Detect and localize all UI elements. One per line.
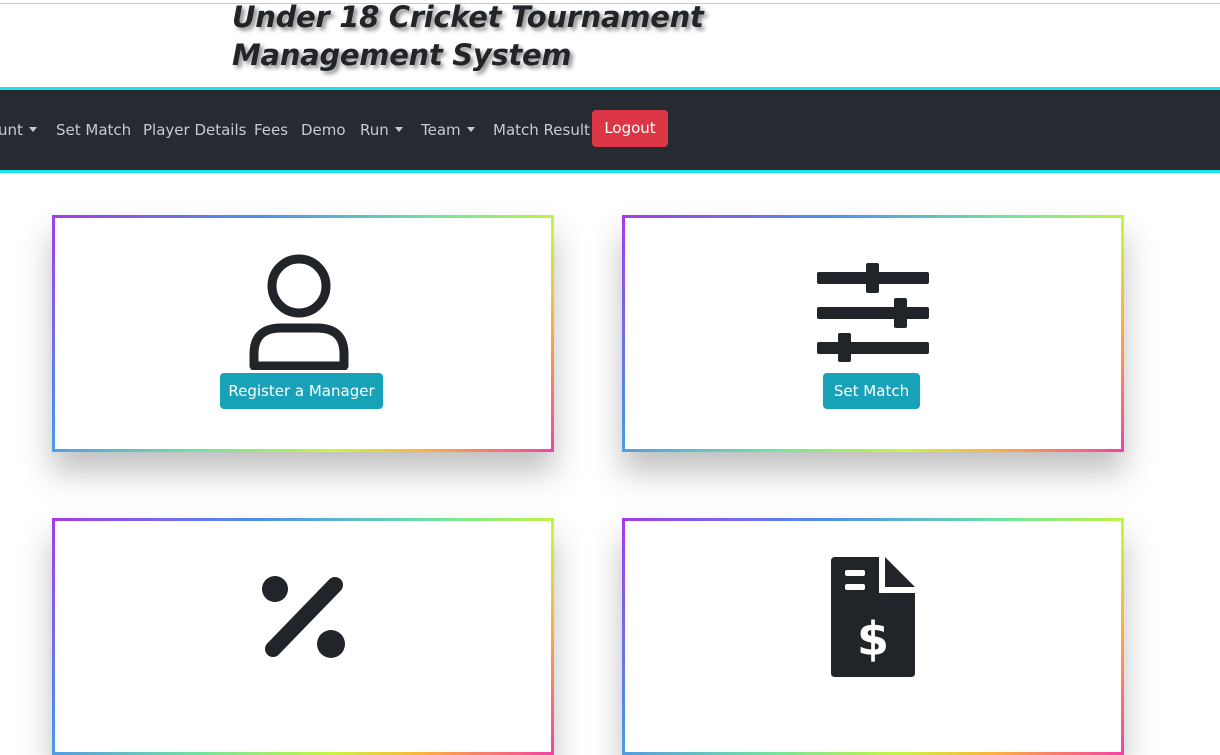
- user-icon: [249, 254, 349, 370]
- nav-item-team-label: Team: [421, 121, 461, 139]
- card-set-match: Set Match: [622, 215, 1124, 452]
- nav-item-match-result[interactable]: Match Result: [493, 90, 590, 170]
- nav-item-set-match[interactable]: Set Match: [56, 90, 131, 170]
- nav-item-run-label: Run: [360, 121, 389, 139]
- set-match-button[interactable]: Set Match: [823, 373, 920, 409]
- nav-item-account[interactable]: unt: [0, 90, 37, 170]
- page-title: Under 18 Cricket Tournament Management S…: [232, 0, 704, 72]
- nav-item-run[interactable]: Run: [360, 90, 403, 170]
- sliders-icon: [817, 263, 929, 362]
- card-register-manager: Register a Manager: [52, 215, 554, 452]
- card-percent: [52, 518, 554, 755]
- register-manager-button[interactable]: Register a Manager: [220, 373, 383, 409]
- chevron-down-icon: [466, 127, 475, 132]
- invoice-dollar-icon: $: [831, 557, 915, 677]
- nav-item-team[interactable]: Team: [421, 90, 475, 170]
- percent-icon: [262, 576, 345, 658]
- nav-item-account-label: unt: [0, 121, 23, 139]
- card-invoice: $: [622, 518, 1124, 755]
- logout-button[interactable]: Logout: [592, 110, 668, 147]
- svg-text:$: $: [857, 612, 889, 666]
- chevron-down-icon: [28, 127, 37, 132]
- nav-item-fees[interactable]: Fees: [254, 90, 288, 170]
- nav-item-player-details[interactable]: Player Details: [143, 90, 246, 170]
- chevron-down-icon: [394, 127, 403, 132]
- navbar: unt Set Match Player Details Fees Demo R…: [0, 87, 1220, 173]
- nav-item-demo[interactable]: Demo: [301, 90, 346, 170]
